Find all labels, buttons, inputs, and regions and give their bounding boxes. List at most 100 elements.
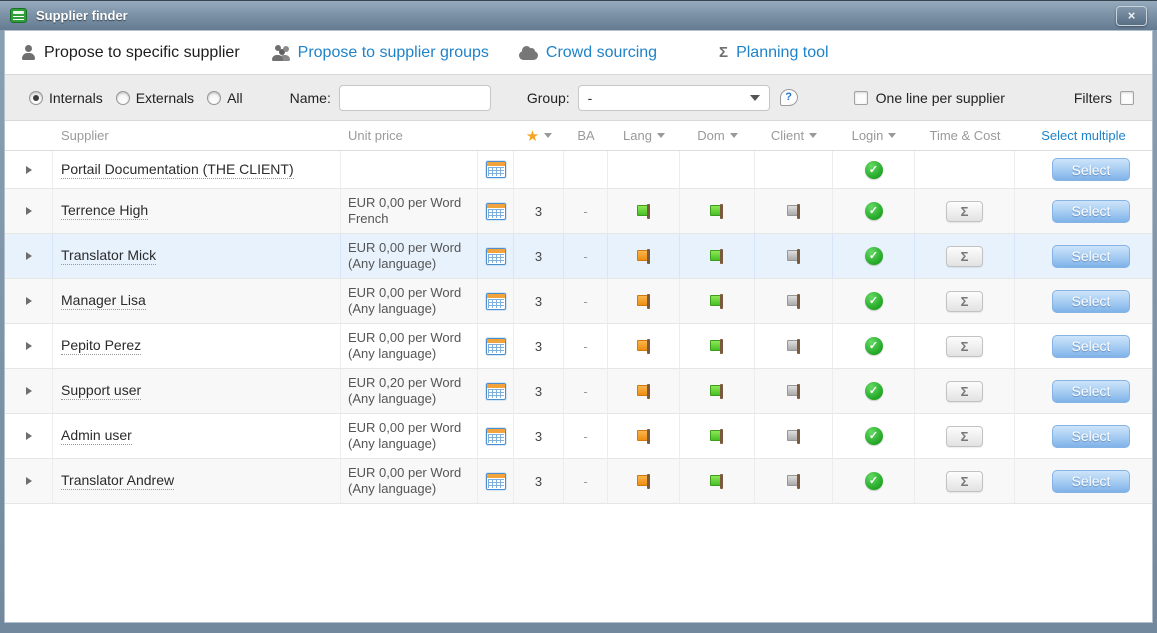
help-icon[interactable]: ? <box>780 89 798 106</box>
availability-calendar-icon[interactable] <box>486 428 506 445</box>
login-ok-icon: ✓ <box>865 292 883 310</box>
col-header-rating[interactable]: ★ <box>514 121 564 150</box>
tab-propose-specific-supplier[interactable]: Propose to specific supplier <box>20 44 240 62</box>
people-group-icon <box>272 45 290 61</box>
checkbox-icon <box>854 91 868 105</box>
login-ok-icon: ✓ <box>865 427 883 445</box>
unit-price-line2: French <box>348 211 461 227</box>
availability-calendar-icon[interactable] <box>486 383 506 400</box>
select-button[interactable]: Select <box>1052 158 1130 181</box>
expand-row-icon[interactable] <box>26 387 32 395</box>
time-cost-button[interactable]: Σ <box>946 246 983 267</box>
supplier-name-link[interactable]: Support user <box>61 382 141 400</box>
checkbox-icon <box>1120 91 1134 105</box>
supplier-name-link[interactable]: Admin user <box>61 427 132 445</box>
tab-propose-supplier-groups[interactable]: Propose to supplier groups <box>272 44 489 62</box>
ba-value: - <box>583 474 587 489</box>
sort-arrow-icon <box>730 133 738 138</box>
select-button[interactable]: Select <box>1052 335 1130 358</box>
dom-flag-icon <box>708 338 726 355</box>
expand-row-icon[interactable] <box>26 342 32 350</box>
time-cost-button[interactable]: Σ <box>946 201 983 222</box>
radio-button-icon <box>29 91 43 105</box>
select-button[interactable]: Select <box>1052 380 1130 403</box>
availability-calendar-icon[interactable] <box>486 338 506 355</box>
table-header: Supplier Unit price ★ BA Lang Dom Client… <box>5 121 1152 151</box>
rating-value: 3 <box>535 249 542 264</box>
client-flag-icon <box>785 293 803 310</box>
login-ok-icon: ✓ <box>865 247 883 265</box>
sort-arrow-icon <box>888 133 896 138</box>
radio-externals[interactable]: Externals <box>116 90 194 106</box>
supplier-name-link[interactable]: Translator Mick <box>61 247 156 265</box>
select-button[interactable]: Select <box>1052 200 1130 223</box>
dom-flag-icon <box>708 293 726 310</box>
name-input[interactable] <box>339 85 491 111</box>
tab-planning-tool[interactable]: Σ Planning tool <box>719 44 829 62</box>
lang-flag-icon <box>635 473 653 490</box>
expand-row-icon[interactable] <box>26 252 32 260</box>
expand-row-icon[interactable] <box>26 207 32 215</box>
col-header-select-multiple: Select multiple <box>1015 121 1152 150</box>
time-cost-button[interactable]: Σ <box>946 471 983 492</box>
radio-label: Externals <box>136 90 194 106</box>
col-header-client[interactable]: Client <box>755 121 833 150</box>
checkbox-label: Filters <box>1074 90 1112 106</box>
ba-value: - <box>583 294 587 309</box>
select-button[interactable]: Select <box>1052 245 1130 268</box>
supplier-name-link[interactable]: Portail Documentation (THE CLIENT) <box>61 161 294 179</box>
select-button[interactable]: Select <box>1052 470 1130 493</box>
unit-price-line2: (Any language) <box>348 346 461 362</box>
unit-price-line1: EUR 0,00 per Word <box>348 285 461 301</box>
one-line-per-supplier-toggle[interactable]: One line per supplier <box>854 90 1005 106</box>
time-cost-button[interactable]: Σ <box>946 336 983 357</box>
col-header-dom[interactable]: Dom <box>680 121 755 150</box>
availability-calendar-icon[interactable] <box>486 293 506 310</box>
radio-button-icon <box>116 91 130 105</box>
col-header-ba: BA <box>564 121 608 150</box>
time-cost-button[interactable]: Σ <box>946 291 983 312</box>
col-header-lang[interactable]: Lang <box>608 121 680 150</box>
lang-flag-icon <box>635 248 653 265</box>
rating-value: 3 <box>535 474 542 489</box>
availability-calendar-icon[interactable] <box>486 203 506 220</box>
supplier-name-link[interactable]: Manager Lisa <box>61 292 146 310</box>
tab-label: Propose to specific supplier <box>44 44 240 62</box>
group-dropdown[interactable]: - <box>578 85 770 111</box>
radio-internals[interactable]: Internals <box>29 90 103 106</box>
ba-value: - <box>583 384 587 399</box>
dom-flag-icon <box>708 248 726 265</box>
availability-calendar-icon[interactable] <box>486 161 506 178</box>
expand-row-icon[interactable] <box>26 477 32 485</box>
lang-flag-icon <box>635 428 653 445</box>
unit-price-line1: EUR 0,00 per Word <box>348 465 461 481</box>
client-flag-icon <box>785 338 803 355</box>
expand-row-icon[interactable] <box>26 166 32 174</box>
expand-row-icon[interactable] <box>26 297 32 305</box>
supplier-finder-window: Supplier finder × Propose to specific su… <box>0 0 1157 633</box>
col-header-login[interactable]: Login <box>833 121 915 150</box>
chevron-down-icon <box>750 95 760 101</box>
lang-flag-icon <box>635 293 653 310</box>
select-button[interactable]: Select <box>1052 425 1130 448</box>
filters-toggle[interactable]: Filters <box>1074 90 1134 106</box>
expand-row-icon[interactable] <box>26 432 32 440</box>
select-multiple-link[interactable]: Select multiple <box>1041 128 1126 143</box>
col-header-time-cost: Time & Cost <box>915 121 1015 150</box>
table-row: Support user EUR 0,20 per Word (Any lang… <box>5 369 1152 414</box>
filter-bar: Internals Externals All Name: Group: - ?… <box>5 74 1152 121</box>
time-cost-button[interactable]: Σ <box>946 381 983 402</box>
client-flag-icon <box>785 428 803 445</box>
supplier-name-link[interactable]: Translator Andrew <box>61 472 174 490</box>
time-cost-button[interactable]: Σ <box>946 426 983 447</box>
availability-calendar-icon[interactable] <box>486 473 506 490</box>
radio-all[interactable]: All <box>207 90 243 106</box>
unit-price-line2: (Any language) <box>348 256 461 272</box>
supplier-name-link[interactable]: Terrence High <box>61 202 148 220</box>
col-header-unit-price: Unit price <box>341 121 478 150</box>
close-icon[interactable]: × <box>1116 6 1147 26</box>
availability-calendar-icon[interactable] <box>486 248 506 265</box>
tab-crowd-sourcing[interactable]: Crowd sourcing <box>519 44 657 62</box>
supplier-name-link[interactable]: Pepito Perez <box>61 337 141 355</box>
select-button[interactable]: Select <box>1052 290 1130 313</box>
